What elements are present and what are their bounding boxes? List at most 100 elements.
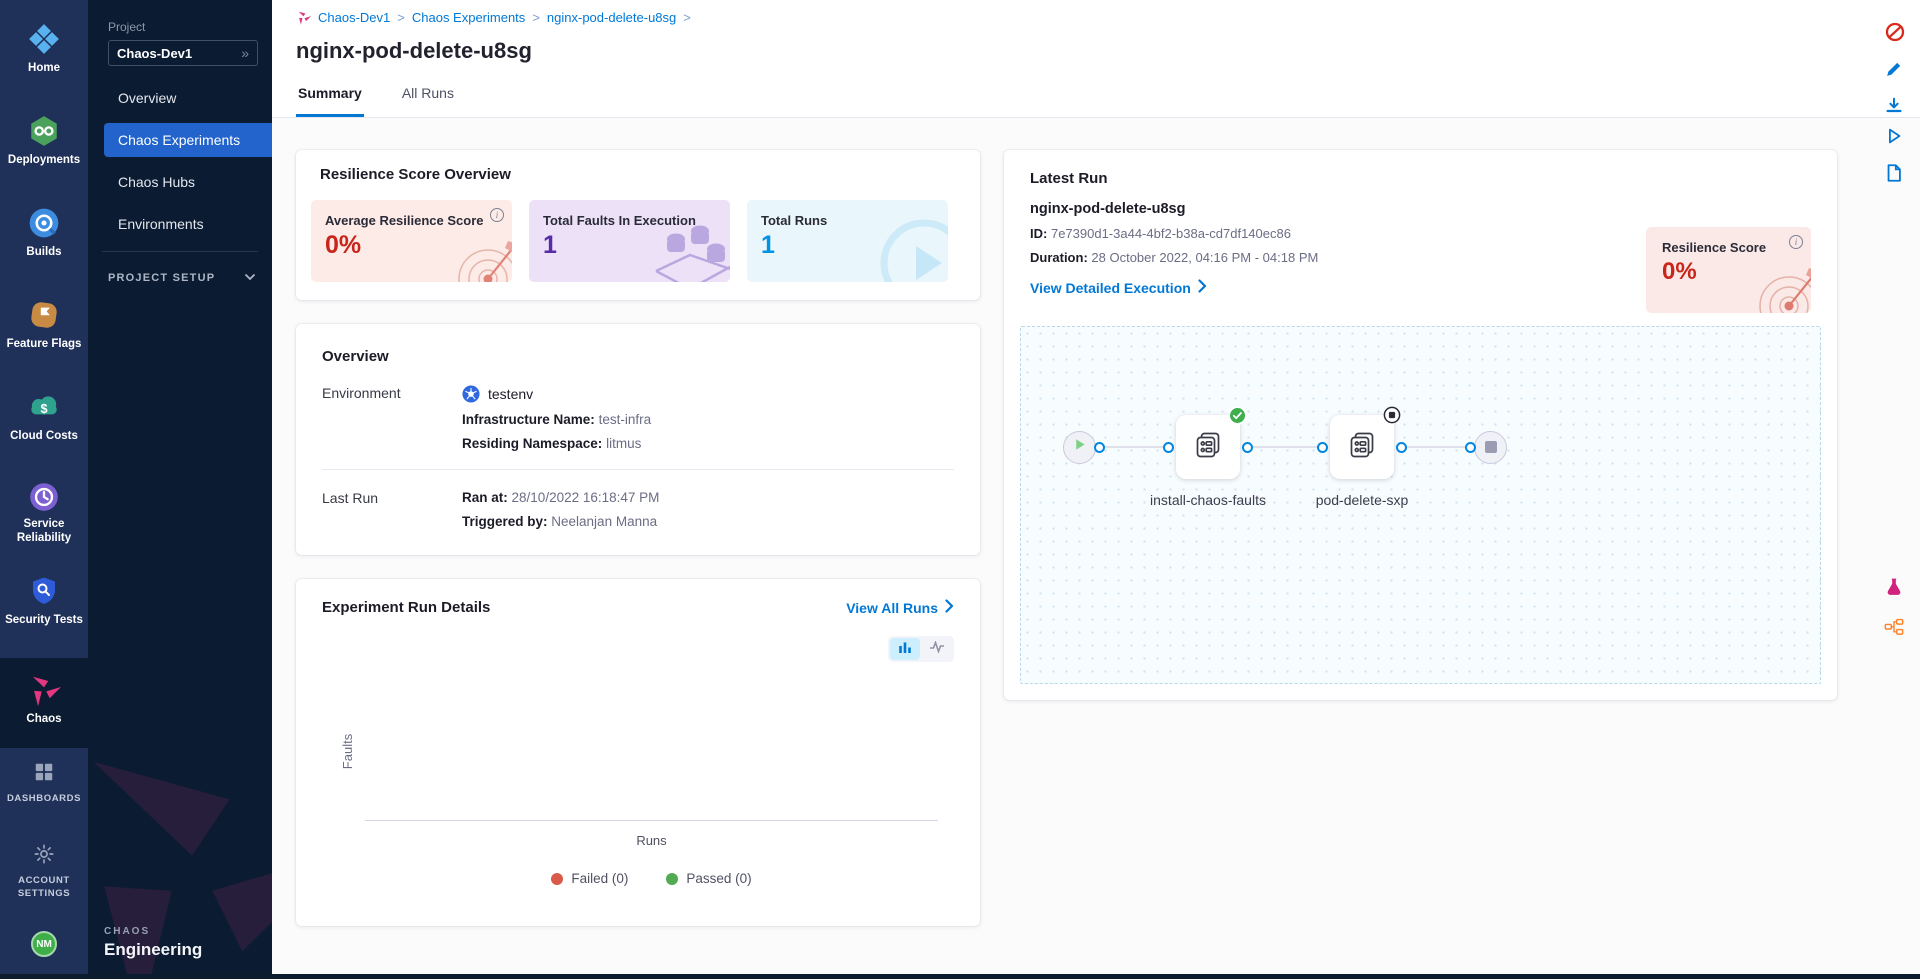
run-id-label: ID: [1030, 226, 1047, 241]
connector-port-icon[interactable] [1242, 442, 1253, 453]
rail-item-chaos[interactable]: Chaos [0, 658, 88, 748]
run-experiment-icon[interactable] [1884, 126, 1906, 148]
module-rail: Home Deployments Builds Feature Flags $ … [0, 0, 88, 974]
gear-icon [33, 843, 55, 870]
rail-label: Builds [26, 246, 61, 260]
pipeline-node-install-chaos-faults[interactable]: install-chaos-faults [1176, 415, 1240, 479]
disable-experiment-icon[interactable] [1884, 21, 1906, 43]
failed-dot-icon [551, 873, 563, 885]
info-icon[interactable]: i [1789, 235, 1803, 249]
pipeline-view-icon[interactable] [1884, 617, 1906, 639]
user-avatar[interactable]: NM [31, 931, 57, 957]
project-label: Project [108, 20, 272, 34]
service-reliability-icon [27, 480, 61, 514]
rail-label: Feature Flags [7, 338, 82, 352]
experiment-step-icon [1346, 429, 1378, 466]
legend-failed[interactable]: Failed (0) [551, 871, 628, 886]
pipeline-edge [1103, 446, 1165, 448]
environment-label: Environment [322, 385, 462, 451]
last-run-label: Last Run [322, 490, 462, 529]
sidebar-item-environments[interactable]: Environments [88, 207, 272, 241]
view-detailed-execution-button[interactable]: View Detailed Execution [1030, 279, 1207, 296]
tab-summary[interactable]: Summary [296, 85, 364, 117]
sidebar-divider [102, 251, 258, 252]
view-all-runs-button[interactable]: View All Runs [846, 599, 954, 616]
rail-item-account-settings[interactable]: ACCOUNT SETTINGS [11, 843, 77, 901]
line-chart-toggle-button[interactable] [922, 638, 952, 660]
infra-label: Infrastructure Name: [462, 412, 595, 427]
pipeline-node-pod-delete-sxp[interactable]: pod-delete-sxp [1330, 415, 1394, 479]
environment-name[interactable]: testenv [488, 386, 533, 402]
kubernetes-icon [462, 385, 480, 403]
manifest-file-icon[interactable] [1884, 163, 1906, 185]
sidebar-item-chaos-experiments[interactable]: Chaos Experiments [104, 123, 272, 157]
rail-item-feature-flags[interactable]: Feature Flags [0, 290, 88, 362]
namespace-value: litmus [606, 436, 641, 451]
left-column: Resilience Score Overview i Average Resi… [296, 150, 980, 926]
chaos-icon [27, 671, 61, 709]
runs-chart: Faults Runs Failed (0) Passed (0) [322, 666, 954, 904]
infra-value: test-infra [599, 412, 652, 427]
builds-icon [27, 204, 61, 242]
connector-port-icon[interactable] [1094, 442, 1105, 453]
pipeline-start-node[interactable] [1063, 431, 1096, 464]
connector-port-icon[interactable] [1465, 442, 1476, 453]
sidebar-item-overview[interactable]: Overview [88, 81, 272, 115]
page-title: nginx-pod-delete-u8sg [296, 38, 1920, 64]
breadcrumb: Chaos-Dev1 > Chaos Experiments > nginx-p… [296, 8, 1920, 26]
chart-legend: Failed (0) Passed (0) [365, 871, 938, 886]
rail-item-home[interactable]: Home [0, 14, 88, 86]
connector-port-icon[interactable] [1163, 442, 1174, 453]
rail-label: Service Reliability [0, 518, 88, 546]
info-icon[interactable]: i [490, 208, 504, 222]
project-selector[interactable]: Chaos-Dev1 » [108, 40, 258, 66]
bar-chart-toggle-button[interactable] [890, 638, 920, 660]
rail-label: Home [28, 62, 60, 76]
rail-item-cloud-costs[interactable]: $ Cloud Costs [0, 382, 88, 454]
duration-label: Duration: [1030, 250, 1088, 265]
rail-item-security-tests[interactable]: Security Tests [0, 566, 88, 638]
rail-item-deployments[interactable]: Deployments [0, 106, 88, 178]
last-run-row: Last Run Ran at: 28/10/2022 16:18:47 PM … [322, 490, 954, 529]
edit-icon[interactable] [1884, 59, 1906, 81]
rail-item-dashboards[interactable]: DASHBOARDS [7, 761, 81, 806]
stopped-badge-icon [1383, 406, 1401, 429]
dashboards-icon [33, 761, 55, 788]
expand-chevrons-icon[interactable]: » [241, 45, 249, 61]
module-kicker: CHAOS [104, 926, 202, 937]
triggered-by-label: Triggered by: [462, 514, 548, 529]
breadcrumb-experiment-name[interactable]: nginx-pod-delete-u8sg [547, 10, 676, 25]
triggered-by-value: Neelanjan Manna [551, 514, 657, 529]
pipeline-end-node[interactable] [1474, 431, 1507, 464]
pipeline-edge [1405, 446, 1467, 448]
legend-passed[interactable]: Passed (0) [666, 871, 751, 886]
resilience-score-card: i Resilience Score 0% [1646, 227, 1811, 313]
connector-port-icon[interactable] [1396, 442, 1407, 453]
sidebar-item-chaos-hubs[interactable]: Chaos Hubs [88, 165, 272, 199]
project-setup-toggle[interactable]: PROJECT SETUP [88, 272, 272, 284]
pipeline-canvas[interactable]: install-chaos-faults [1020, 326, 1821, 684]
rail-label: Security Tests [5, 614, 83, 628]
pipeline-edge [1251, 446, 1319, 448]
window-bottom-bar [0, 974, 1920, 979]
tab-bar: Summary All Runs [296, 85, 1920, 117]
pipeline-graph: install-chaos-faults [1063, 415, 1507, 479]
security-tests-icon [28, 572, 60, 610]
breadcrumb-project[interactable]: Chaos-Dev1 [318, 10, 390, 25]
connector-port-icon[interactable] [1317, 442, 1328, 453]
page-header: Chaos-Dev1 > Chaos Experiments > nginx-p… [272, 0, 1920, 118]
breadcrumb-experiments[interactable]: Chaos Experiments [412, 10, 525, 25]
tab-all-runs[interactable]: All Runs [400, 85, 456, 117]
namespace-label: Residing Namespace: [462, 436, 602, 451]
rail-item-service-reliability[interactable]: Service Reliability [0, 474, 88, 546]
download-icon[interactable] [1884, 96, 1906, 118]
bar-chart-icon [898, 640, 912, 659]
chaos-probe-flask-icon[interactable] [1884, 577, 1906, 599]
home-icon [27, 20, 61, 58]
play-icon [1073, 438, 1086, 456]
rail-item-builds[interactable]: Builds [0, 198, 88, 270]
overview-card: Overview Environment testenv Infrastruct… [296, 324, 980, 555]
experiment-step-icon [1192, 429, 1224, 466]
deployments-icon [27, 112, 61, 150]
chart-x-axis [365, 820, 938, 821]
